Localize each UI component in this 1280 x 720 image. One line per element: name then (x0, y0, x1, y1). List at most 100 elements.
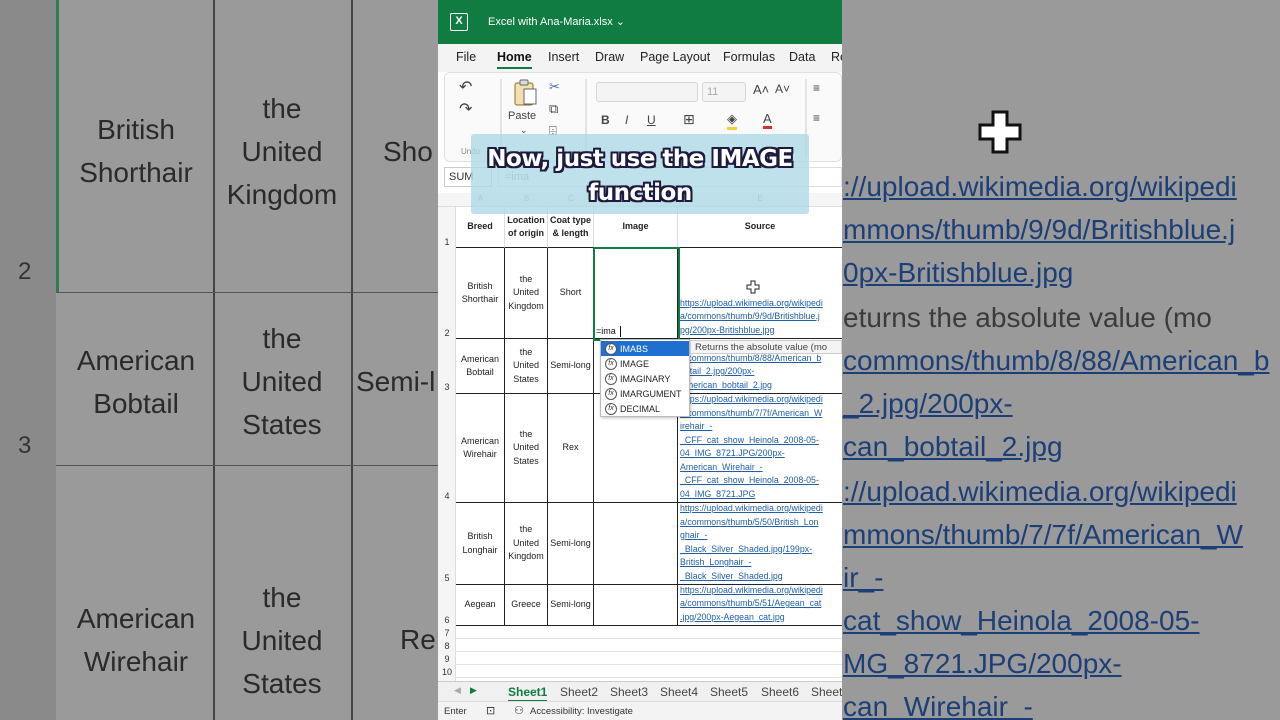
row-header[interactable]: 6 (438, 615, 456, 625)
row-header[interactable]: 1 (438, 237, 456, 247)
font-color-icon[interactable]: A (763, 111, 772, 129)
empty-row[interactable] (456, 652, 842, 665)
sheet-tab[interactable]: Sheet5 (710, 685, 748, 699)
status-bar: Enter ⊡ ⚇ Accessibility: Investigate (438, 701, 842, 720)
copy-icon[interactable]: ⧉ (549, 101, 558, 117)
redo-icon[interactable]: ↷ (459, 99, 472, 119)
paste-icon[interactable] (512, 79, 538, 107)
autocomplete-label: IMABS (620, 343, 649, 354)
row-header[interactable]: 9 (438, 654, 456, 664)
autocomplete-item[interactable]: fx IMARGUMENT (601, 386, 689, 401)
workbook-title[interactable]: Excel with Ana-Maria.xlsx ⌄ (488, 15, 625, 28)
font-size-combo[interactable]: 11 (702, 82, 746, 102)
cell-breed[interactable]: British Shorthair (456, 248, 505, 339)
font-size-value: 11 (707, 86, 719, 98)
increase-font-icon[interactable]: A˄ (753, 82, 769, 97)
tab-home[interactable]: Home (497, 50, 532, 69)
italic-button[interactable]: I (625, 113, 628, 127)
sheet-tab[interactable]: Sheet (811, 685, 842, 699)
mode-indicator: Enter (444, 706, 467, 717)
bg-source-text: can_Wirehair_- (843, 691, 1033, 720)
row-header[interactable]: 10 (438, 667, 456, 677)
cell-edit-text[interactable]: =ima (596, 326, 616, 336)
sheet-tab[interactable]: Sheet6 (761, 685, 799, 699)
cell-breed[interactable]: American Wirehair (456, 394, 505, 503)
autocomplete-item[interactable]: fx DECIMAL (601, 401, 689, 416)
macro-icon[interactable]: ⊡ (486, 704, 495, 717)
caption-text: Now, just use the IMAGE function (487, 146, 793, 206)
paste-button[interactable]: Paste (508, 110, 536, 122)
scroll-right-icon[interactable]: ▶ (470, 685, 477, 696)
sheet-tab[interactable]: Sheet4 (660, 685, 698, 699)
bg-row-number: 3 (18, 432, 32, 459)
tab-draw[interactable]: Draw (595, 50, 624, 64)
bg-gridline (0, 465, 438, 466)
cell-source[interactable]: https://upload.wikimedia.org/wikipedi a/… (678, 394, 842, 503)
tab-data[interactable]: Data (789, 50, 815, 64)
cell-coat[interactable]: Rex (548, 394, 594, 503)
align-left-icon[interactable]: ≡ (813, 111, 820, 125)
font-name-combo[interactable] (596, 82, 698, 102)
cell-coat[interactable]: Short (548, 248, 594, 339)
cell-source[interactable]: https://upload.wikimedia.org/wikipedi a/… (678, 585, 842, 626)
cell-location[interactable]: Greece (505, 585, 548, 626)
row-header[interactable]: 4 (438, 491, 456, 501)
bg-row-number: 2 (18, 258, 32, 285)
bg-source-text: ://upload.wikimedia.org/wikipedi (843, 171, 1237, 202)
bg-cell: British Shorthair (79, 114, 193, 188)
text-caret (620, 326, 621, 337)
bold-button[interactable]: B (601, 113, 610, 127)
cell-location[interactable]: the United States (505, 339, 548, 394)
bg-source-text: ://upload.wikimedia.org/wikipedi (843, 476, 1237, 507)
accessibility-status[interactable]: Accessibility: Investigate (530, 706, 633, 717)
tab-review[interactable]: Re (831, 50, 842, 64)
cell-source[interactable]: https://upload.wikimedia.org/wikipedi a/… (678, 248, 842, 339)
bg-cell: the United States (241, 323, 323, 440)
undo-icon[interactable]: ↶ (459, 77, 472, 97)
cell-breed[interactable]: American Bobtail (456, 339, 505, 394)
fill-color-icon[interactable]: ◈ (727, 111, 737, 130)
cell-location[interactable]: the United States (505, 394, 548, 503)
bg-tooltip-text: eturns the absolute value (mo (843, 302, 1212, 333)
tab-insert[interactable]: Insert (548, 50, 579, 64)
empty-row[interactable] (456, 639, 842, 652)
borders-icon[interactable]: ⊞ (683, 111, 695, 128)
autocomplete-label: IMAGINARY (620, 373, 671, 384)
cell-coat[interactable]: Semi-long (548, 585, 594, 626)
empty-row[interactable] (456, 626, 842, 639)
cell-location[interactable]: the United Kingdom (505, 248, 548, 339)
bg-source-text: _2.jpg/200px- (843, 388, 1013, 419)
empty-row[interactable] (456, 665, 842, 678)
row-header[interactable]: 8 (438, 641, 456, 651)
align-top-icon[interactable]: ≡ (813, 81, 820, 95)
accessibility-icon[interactable]: ⚇ (514, 704, 524, 717)
cell-location[interactable]: the United Kingdom (505, 503, 548, 585)
decrease-font-icon[interactable]: A˅ (775, 82, 790, 96)
underline-button[interactable]: U (647, 113, 656, 127)
row-header[interactable]: 2 (438, 328, 456, 338)
cell-coat[interactable]: Semi-long (548, 503, 594, 585)
tab-file[interactable]: File (456, 50, 476, 64)
row-header[interactable]: 5 (438, 573, 456, 583)
autocomplete-item[interactable]: fx IMAGINARY (601, 371, 689, 386)
autocomplete-item[interactable]: fx IMAGE (601, 356, 689, 371)
bg-row-header (0, 0, 56, 720)
tab-page-layout[interactable]: Page Layout (640, 50, 710, 64)
tab-formulas[interactable]: Formulas (723, 50, 775, 64)
cell-breed[interactable]: British Longhair (456, 503, 505, 585)
cell-image[interactable] (594, 503, 678, 585)
cell-coat[interactable]: Semi-long (548, 339, 594, 394)
sheet-tab[interactable]: Sheet1 (508, 685, 548, 702)
cell-source[interactable]: https://upload.wikimedia.org/wikipedi a/… (678, 503, 842, 585)
sheet-tab[interactable]: Sheet3 (610, 685, 648, 699)
autocomplete-item[interactable]: fx IMABS (601, 341, 689, 356)
bg-cell: American Bobtail (76, 345, 196, 419)
scroll-left-icon[interactable]: ◀ (454, 685, 461, 696)
sheet-tab[interactable]: Sheet2 (560, 685, 598, 699)
row-header[interactable]: 3 (438, 382, 456, 392)
row-header[interactable]: 7 (438, 628, 456, 638)
bg-gridline (56, 0, 59, 292)
cut-icon[interactable]: ✂ (549, 79, 560, 95)
cell-image[interactable] (594, 585, 678, 626)
cell-breed[interactable]: Aegean (456, 585, 505, 626)
